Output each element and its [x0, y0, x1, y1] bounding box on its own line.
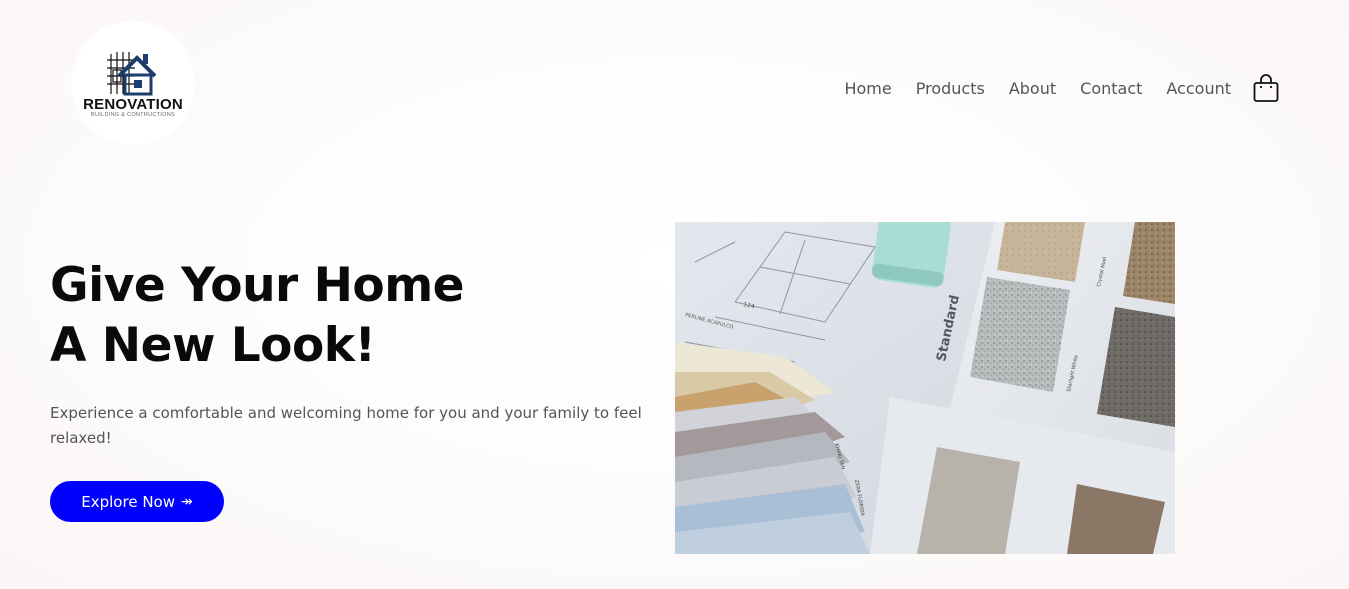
explore-now-label: Explore Now: [81, 492, 175, 511]
hero-image: 124 Standard Starlight White Crystal Noe…: [675, 222, 1175, 554]
explore-now-button[interactable]: Explore Now ↠: [50, 481, 224, 522]
nav-account-link[interactable]: Account: [1166, 79, 1231, 98]
brand-logo[interactable]: RENOVATION BUILDING & CONTRUCTIONS: [71, 21, 195, 145]
nav-about-link[interactable]: About: [1009, 79, 1056, 98]
brand-tagline: BUILDING & CONTRUCTIONS: [91, 111, 175, 118]
nav-contact-link[interactable]: Contact: [1080, 79, 1142, 98]
shopping-bag-icon: [1253, 74, 1279, 102]
material-samples-illustration: 124 Standard Starlight White Crystal Noe…: [675, 222, 1175, 554]
hero-title-line-2: A New Look!: [50, 318, 376, 373]
nav-products-link[interactable]: Products: [916, 79, 985, 98]
hero-title: Give Your Home A New Look!: [50, 256, 465, 376]
house-blueprint-icon: [107, 51, 157, 95]
arrow-right-icon: ↠: [181, 493, 193, 510]
brand-name: RENOVATION: [83, 95, 183, 113]
nav-home-link[interactable]: Home: [844, 79, 891, 98]
cart-button[interactable]: [1253, 73, 1279, 103]
main-navigation: Home Products About Contact Account: [844, 73, 1279, 103]
hero-title-line-1: Give Your Home: [50, 258, 465, 313]
hero-description: Experience a comfortable and welcoming h…: [50, 404, 642, 447]
